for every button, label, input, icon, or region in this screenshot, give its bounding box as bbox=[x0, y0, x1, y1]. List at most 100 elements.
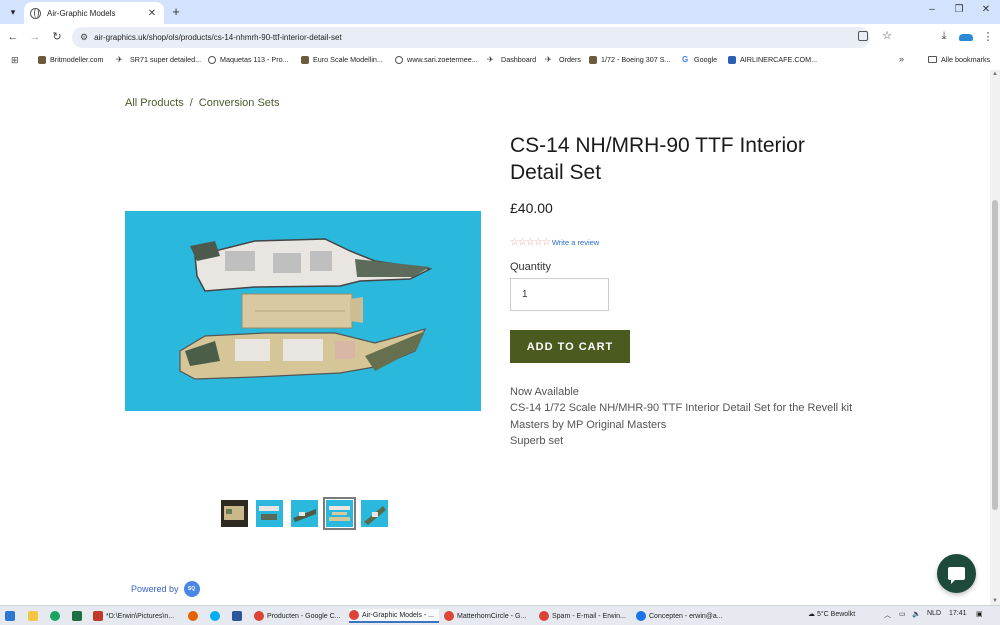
cloud-icon: ☁ bbox=[808, 611, 817, 618]
language-indicator[interactable]: NLD bbox=[927, 610, 941, 617]
reload-button[interactable]: ↻ bbox=[49, 29, 65, 45]
globe-icon bbox=[208, 55, 216, 64]
start-button[interactable] bbox=[5, 609, 18, 623]
apps-grid-icon[interactable]: ⊞ bbox=[11, 55, 19, 66]
restore-button[interactable]: ❐ bbox=[945, 4, 973, 15]
firefox-icon bbox=[188, 611, 198, 621]
scroll-down-icon[interactable]: ▼ bbox=[992, 598, 998, 604]
platform-logo[interactable]: SQ bbox=[183, 581, 200, 597]
chrome-icon bbox=[254, 611, 264, 621]
clock[interactable]: 17:41 bbox=[949, 610, 967, 617]
taskbar-window[interactable]: *D:\Erwin\Pictures\n... bbox=[93, 609, 180, 623]
browser-tab-active[interactable]: Air-Graphic Models ✕ bbox=[24, 2, 164, 24]
tab-search-button[interactable]: ▾ bbox=[4, 3, 22, 21]
taskbar-excel[interactable] bbox=[72, 609, 85, 623]
taskbar-explorer[interactable] bbox=[28, 609, 41, 623]
globe-icon bbox=[30, 7, 41, 19]
bookmark-item[interactable]: Britmodeller.com bbox=[38, 55, 104, 64]
description-line: CS-14 1/72 Scale NH/MHR-90 TTF Interior … bbox=[510, 402, 853, 415]
bookmark-item[interactable]: Maquetas 113 - Pro... bbox=[208, 55, 289, 64]
thumbnail-image bbox=[361, 500, 388, 527]
breadcrumb: All Products / Conversion Sets bbox=[125, 97, 279, 109]
volume-icon[interactable]: 🔈 bbox=[912, 610, 921, 618]
taskbar-firefox[interactable] bbox=[188, 609, 201, 623]
site-info-icon[interactable]: ⚙ bbox=[80, 32, 88, 43]
new-tab-button[interactable]: + bbox=[168, 4, 184, 20]
folder-icon bbox=[28, 611, 38, 621]
breadcrumb-all-products[interactable]: All Products bbox=[125, 97, 184, 109]
taskbar-word[interactable] bbox=[232, 609, 245, 623]
plane-icon: ✈ bbox=[545, 54, 552, 64]
tab-close-icon[interactable]: ✕ bbox=[146, 8, 158, 19]
skype-icon bbox=[210, 611, 220, 621]
word-icon bbox=[232, 611, 242, 621]
taskbar-window[interactable]: Producten - Google C... bbox=[254, 609, 344, 623]
quantity-label: Quantity bbox=[510, 261, 551, 273]
product-thumbnail[interactable] bbox=[221, 500, 248, 527]
bookmark-star-icon[interactable]: ☆ bbox=[882, 29, 892, 42]
notifications-icon[interactable]: ▣ bbox=[976, 610, 983, 618]
taskbar-window[interactable]: Concepten - erwin@a... bbox=[636, 609, 726, 623]
thumbnail-image bbox=[291, 500, 318, 527]
quantity-input[interactable]: 1 bbox=[510, 278, 609, 311]
chrome-icon bbox=[349, 610, 359, 620]
close-window-button[interactable]: ✕ bbox=[972, 4, 1000, 15]
product-main-image[interactable] bbox=[125, 211, 481, 411]
bookmark-item[interactable]: Euro Scale Modellin... bbox=[301, 55, 383, 64]
breadcrumb-conversion-sets[interactable]: Conversion Sets bbox=[199, 97, 280, 109]
bookmark-item[interactable]: G Google bbox=[682, 55, 717, 64]
taskbar-edge[interactable] bbox=[50, 609, 63, 623]
taskbar-window-active[interactable]: Air-Graphic Models - ... bbox=[349, 609, 439, 623]
description-line: Superb set bbox=[510, 434, 564, 447]
bookmark-item[interactable]: AIRLINERCAFE.COM... bbox=[728, 55, 817, 64]
folder-icon bbox=[928, 56, 937, 63]
chat-bubble-icon bbox=[948, 567, 965, 584]
product-thumbnail[interactable] bbox=[361, 500, 388, 527]
thumbnail-image bbox=[256, 500, 283, 527]
tab-strip: ▾ Air-Graphic Models ✕ + – ❐ ✕ bbox=[0, 0, 1000, 24]
back-button[interactable]: ← bbox=[5, 29, 21, 45]
taskbar-skype[interactable] bbox=[210, 609, 223, 623]
add-to-cart-button[interactable]: ADD TO CART bbox=[510, 330, 630, 363]
address-bar[interactable]: ⚙ air-graphics.uk/shop/ols/products/cs-1… bbox=[72, 27, 892, 48]
product-thumbnail[interactable] bbox=[291, 500, 318, 527]
star-rating-icon[interactable]: ☆☆☆☆☆ bbox=[510, 237, 551, 248]
forward-button[interactable]: → bbox=[27, 29, 43, 45]
tab-title: Air-Graphic Models bbox=[47, 8, 116, 18]
product-thumbnail[interactable] bbox=[256, 500, 283, 527]
bookmark-item[interactable]: ✈ Orders bbox=[545, 55, 581, 64]
address-url[interactable]: air-graphics.uk/shop/ols/products/cs-14-… bbox=[94, 33, 342, 42]
app-icon bbox=[93, 611, 103, 621]
edge-icon bbox=[50, 611, 60, 621]
write-review-link[interactable]: Write a review bbox=[552, 238, 599, 247]
powered-by-label: Powered by bbox=[131, 584, 179, 594]
menu-icon[interactable]: ⋮ bbox=[981, 30, 995, 43]
windows-taskbar: *D:\Erwin\Pictures\n... Producten - Goog… bbox=[0, 605, 1000, 625]
chat-button[interactable] bbox=[937, 554, 976, 593]
product-price: £40.00 bbox=[510, 200, 553, 216]
scrollbar-thumb[interactable] bbox=[992, 200, 998, 510]
more-bookmarks-icon[interactable]: » bbox=[899, 54, 904, 64]
page-content: All Products / Conversion Sets CS-14 NH/… bbox=[0, 70, 990, 605]
bookmark-item[interactable]: ✈ SR71 super detailed... bbox=[116, 55, 201, 64]
powered-by: Powered by SQ bbox=[131, 581, 200, 597]
bookmark-icon bbox=[728, 55, 736, 64]
tray-chevron-icon[interactable]: ︿ bbox=[884, 610, 891, 620]
taskbar-window[interactable]: MatterhornCircle - G... bbox=[444, 609, 534, 623]
install-app-icon[interactable] bbox=[858, 31, 868, 41]
plane-icon: ✈ bbox=[487, 54, 494, 64]
page-scrollbar[interactable]: ▲ ▼ bbox=[990, 70, 1000, 605]
minimize-button[interactable]: – bbox=[918, 4, 946, 15]
download-icon[interactable]: ⤓ bbox=[937, 30, 951, 43]
bookmark-item[interactable]: www.sari.zoetermee... bbox=[395, 55, 478, 64]
product-thumbnail-active[interactable] bbox=[323, 497, 356, 530]
taskbar-window[interactable]: Spam - E-mail - Erwin... bbox=[539, 609, 629, 623]
weather-widget[interactable]: ☁ 5°C Bewolkt bbox=[808, 610, 855, 618]
bookmark-icon bbox=[38, 55, 46, 64]
scroll-up-icon[interactable]: ▲ bbox=[992, 71, 998, 77]
bookmark-item[interactable]: 1/72 - Boeing 307 S... bbox=[589, 55, 671, 64]
extension-icon[interactable] bbox=[959, 34, 973, 41]
network-icon[interactable]: ▭ bbox=[899, 610, 906, 618]
bookmark-item[interactable]: ✈ Dashboard bbox=[487, 55, 536, 64]
all-bookmarks-folder[interactable]: Alle bookmarks bbox=[928, 55, 990, 64]
